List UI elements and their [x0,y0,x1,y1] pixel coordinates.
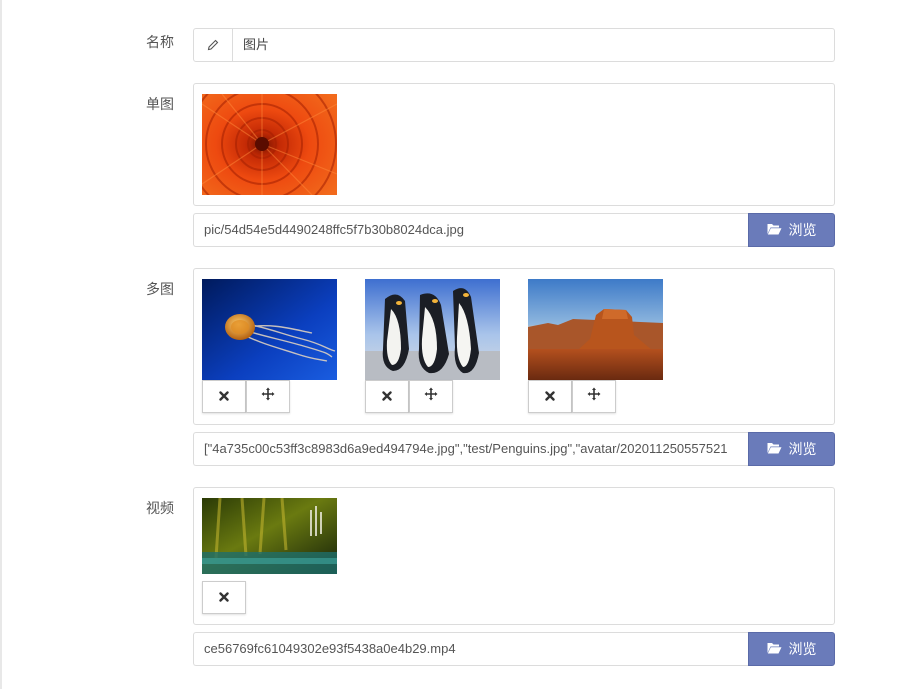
single-image-preview-box [193,83,835,206]
pencil-icon [194,29,233,61]
name-label: 名称 [146,34,174,50]
close-icon [545,388,555,406]
name-field[interactable]: 图片 [193,28,835,62]
move-desert-button[interactable] [572,380,616,413]
folder-open-icon [767,222,782,238]
remove-penguins-button[interactable] [365,380,409,413]
move-icon [261,387,275,406]
name-input[interactable]: 图片 [233,29,269,61]
single-image-label: 单图 [146,96,174,112]
move-icon [587,387,601,406]
close-icon [382,388,392,406]
multi-image-label: 多图 [146,281,174,297]
video-label: 视频 [146,500,174,516]
folder-open-icon [767,441,782,457]
browse-label: 浏览 [788,641,817,657]
multi-image-browse-button[interactable]: 浏览 [748,432,835,466]
flower-image [202,94,337,195]
remove-desert-button[interactable] [528,380,572,413]
folder-open-icon [767,641,782,657]
multi-image-path-input[interactable]: ["4a735c00c53ff3c8983d6a9ed494794e.jpg",… [193,432,749,466]
video-path-input[interactable]: ce56769fc61049302e93f5438a0e4b29.mp4 [193,632,749,666]
close-icon [219,388,229,406]
video-preview-box [193,487,835,625]
move-icon [424,387,438,406]
video-thumbnail [202,498,337,574]
remove-video-button[interactable] [202,581,246,614]
video-browse-button[interactable]: 浏览 [748,632,835,666]
desert-image [528,279,663,380]
left-edge-divider [0,0,2,689]
remove-jellyfish-button[interactable] [202,380,246,413]
jellyfish-image [202,279,337,380]
move-penguins-button[interactable] [409,380,453,413]
single-image-browse-button[interactable]: 浏览 [748,213,835,247]
browse-label: 浏览 [788,222,817,238]
browse-label: 浏览 [788,441,817,457]
close-icon [219,589,229,607]
penguins-image [365,279,500,380]
single-image-path-input[interactable]: pic/54d54e5d4490248ffc5f7b30b8024dca.jpg [193,213,749,247]
move-jellyfish-button[interactable] [246,380,290,413]
multi-image-preview-box [193,268,835,425]
